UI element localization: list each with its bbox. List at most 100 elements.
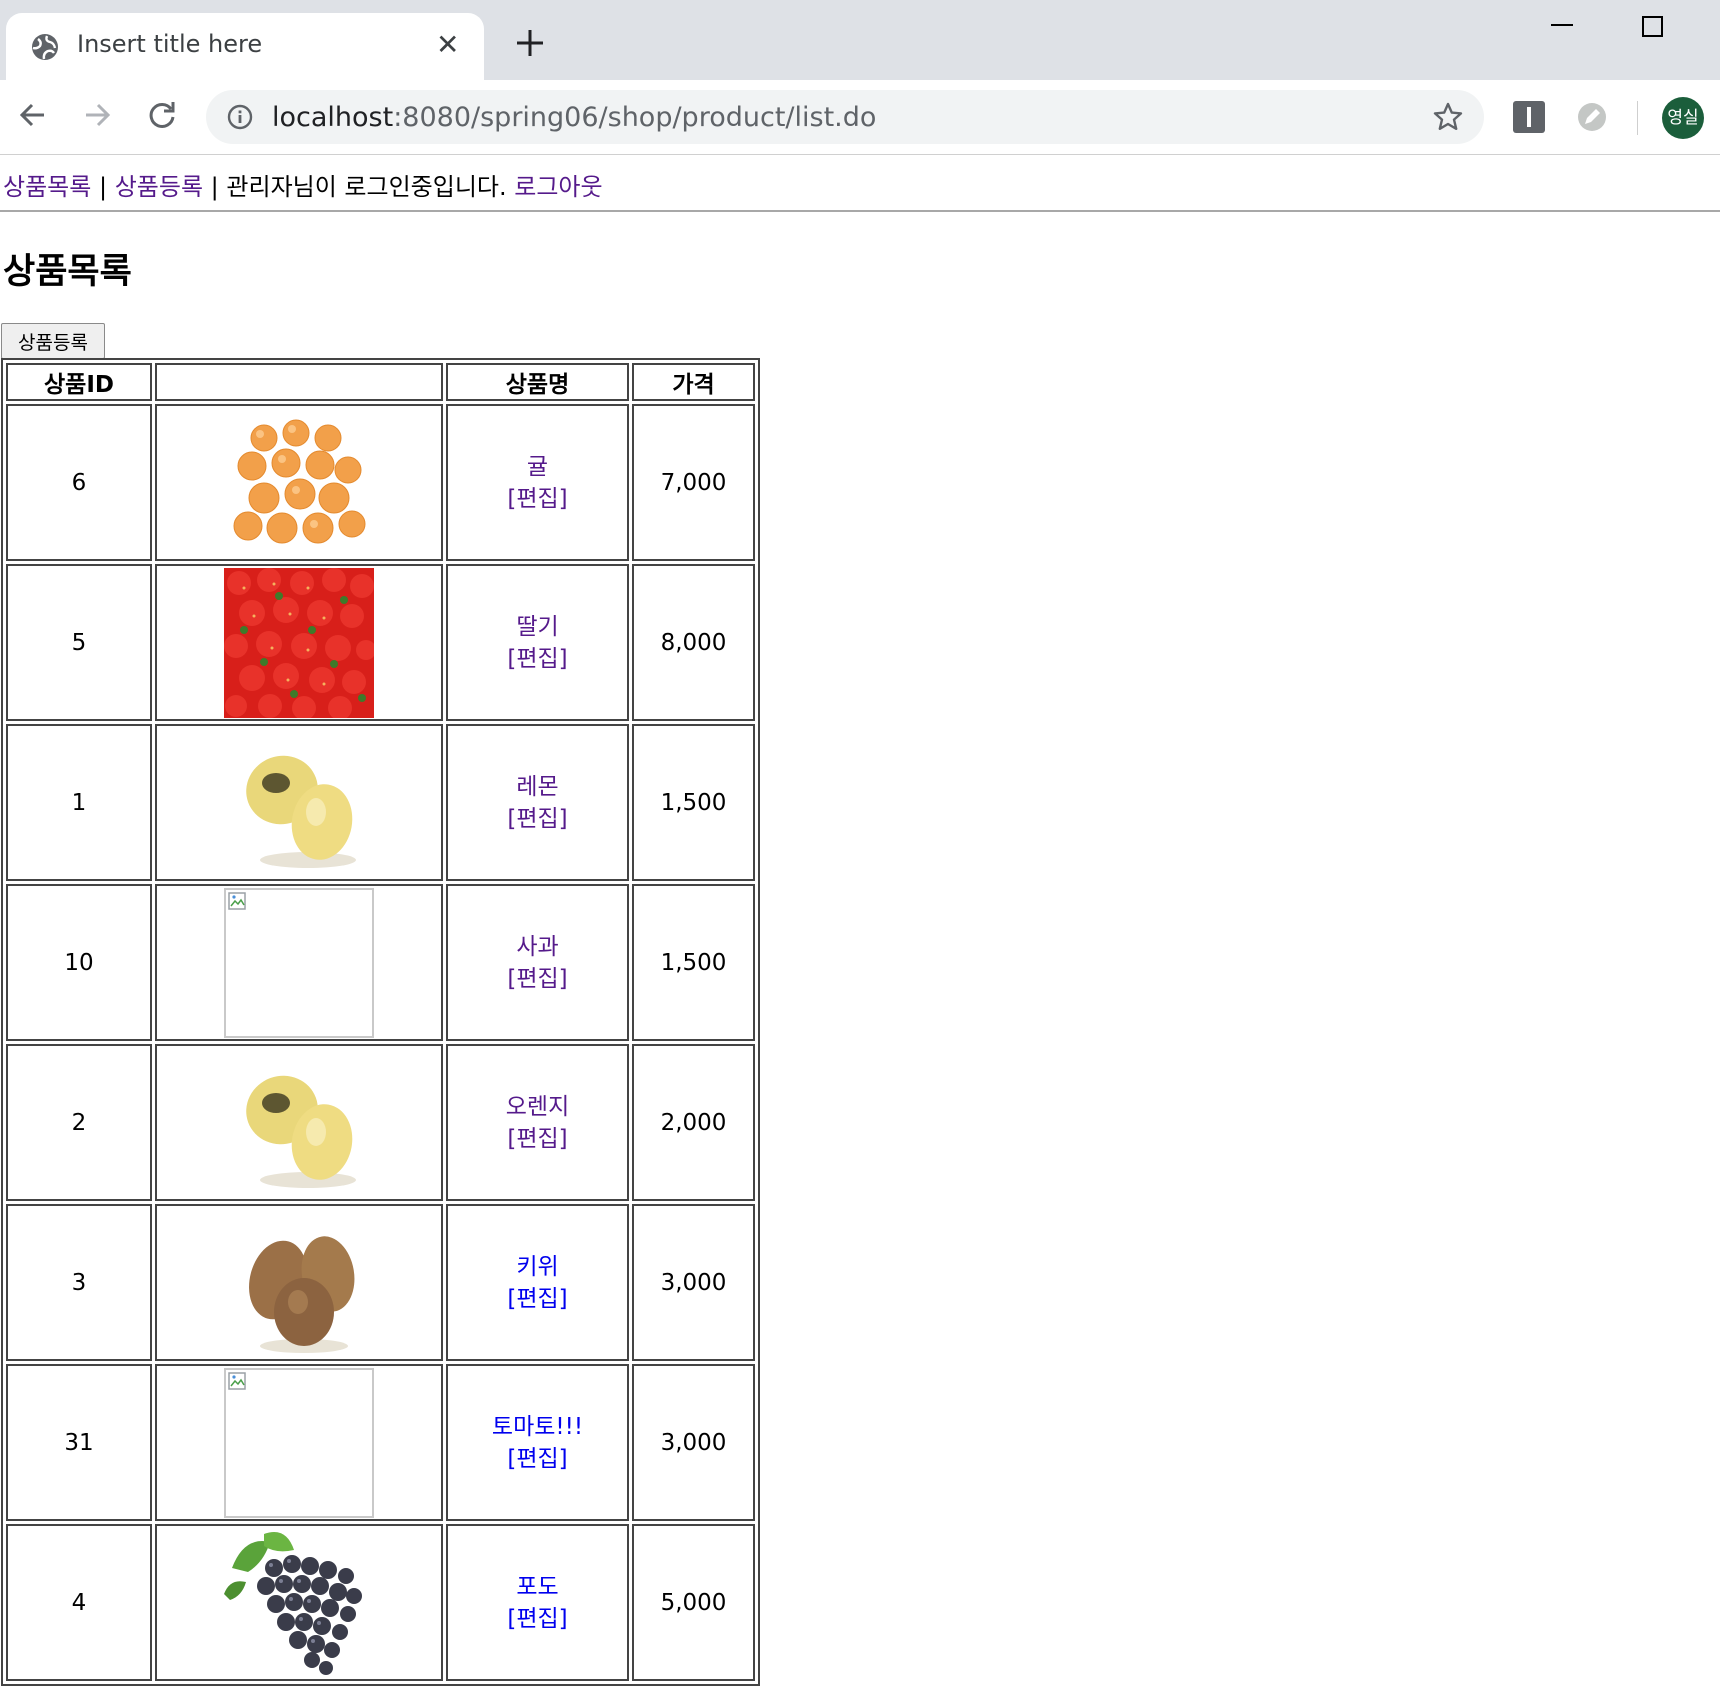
product-name-link[interactable]: 딸기 [448, 611, 627, 643]
price-cell: 8,000 [632, 564, 755, 721]
product-image-cell [155, 404, 443, 561]
product-name-link[interactable]: 레몬 [448, 771, 627, 803]
table-row: 4 포도 [편집] 5,000 [6, 1524, 755, 1681]
price-cell: 3,000 [632, 1364, 755, 1521]
price-cell: 7,000 [632, 404, 755, 561]
product-name-cell: 토마토!!! [편집] [446, 1364, 629, 1521]
product-image-cell [155, 1044, 443, 1201]
table-row: 6 귤 [편집] 7,000 [6, 404, 755, 561]
tab-strip: Insert title here ✕ [0, 0, 1720, 80]
product-name-cell: 귤 [편집] [446, 404, 629, 561]
divider [0, 210, 1720, 212]
edit-link[interactable]: [편집] [448, 1603, 627, 1635]
product-image-cell [155, 1524, 443, 1681]
table-row: 5 딸기 [편집] 8,000 [6, 564, 755, 721]
product-name-link[interactable]: 사과 [448, 931, 627, 963]
toolbar-divider [1637, 101, 1638, 135]
product-image-cell [155, 564, 443, 721]
product-id-cell: 3 [6, 1204, 152, 1361]
price-cell: 2,000 [632, 1044, 755, 1201]
table-row: 1 레몬 [편집] 1,500 [6, 724, 755, 881]
header-image [155, 363, 443, 401]
minimize-icon[interactable] [1551, 24, 1573, 26]
browser-toolbar: localhost:8080/spring06/shop/product/lis… [0, 80, 1720, 155]
product-add-link[interactable]: 상품등록 [115, 173, 203, 201]
price-cell: 5,000 [632, 1524, 755, 1681]
close-icon[interactable]: ✕ [436, 30, 459, 60]
broken-image-icon [228, 891, 246, 910]
new-tab-plus-icon[interactable] [513, 26, 547, 60]
reload-icon[interactable] [142, 95, 182, 135]
product-name-link[interactable]: 토마토!!! [448, 1411, 627, 1443]
product-id-cell: 6 [6, 404, 152, 561]
browser-tab[interactable]: Insert title here ✕ [6, 13, 484, 80]
menu-separator: | [210, 173, 219, 201]
grapes-image [224, 1527, 374, 1678]
maximize-icon[interactable] [1642, 16, 1663, 37]
edit-link[interactable]: [편집] [448, 643, 627, 675]
price-cell: 1,500 [632, 884, 755, 1041]
product-id-cell: 10 [6, 884, 152, 1041]
table-row: 10 사과 [편집] 1,500 [6, 884, 755, 1041]
product-name-link[interactable]: 오렌지 [448, 1091, 627, 1123]
product-id-cell: 1 [6, 724, 152, 881]
info-icon[interactable] [226, 103, 254, 131]
product-name-cell: 포도 [편집] [446, 1524, 629, 1681]
product-name-link[interactable]: 귤 [448, 451, 627, 483]
back-arrow-icon[interactable] [13, 95, 53, 135]
edit-link[interactable]: [편집] [448, 1283, 627, 1315]
broken-image-icon [228, 1371, 246, 1390]
product-id-cell: 5 [6, 564, 152, 721]
lemons-image [224, 727, 374, 878]
strawberries-image [224, 567, 374, 718]
edit-link[interactable]: [편집] [448, 483, 627, 515]
product-name-cell: 레몬 [편집] [446, 724, 629, 881]
table-row: 31 토마토!!! [편집] 3,000 [6, 1364, 755, 1521]
price-cell: 1,500 [632, 724, 755, 881]
edit-link[interactable]: [편집] [448, 1443, 627, 1475]
header-price: 가격 [632, 363, 755, 401]
edit-link[interactable]: [편집] [448, 1123, 627, 1155]
table-header-row: 상품ID 상품명 가격 [6, 363, 755, 401]
forward-arrow-icon[interactable] [77, 95, 117, 135]
price-cell: 3,000 [632, 1204, 755, 1361]
product-list-link[interactable]: 상품목록 [3, 173, 91, 201]
kiwis-image [224, 1207, 374, 1358]
menu-separator: | [98, 173, 108, 201]
login-status-text: 관리자님이 로그인중입니다. [226, 173, 507, 201]
product-name-link[interactable]: 포도 [448, 1571, 627, 1603]
extension-edit-icon[interactable] [1576, 101, 1608, 133]
product-name-link[interactable]: 키위 [448, 1251, 627, 1283]
top-menu: 상품목록 | 상품등록 | 관리자님이 로그인중입니다. 로그아웃 [3, 167, 603, 202]
edit-link[interactable]: [편집] [448, 963, 627, 995]
broken-image [224, 887, 374, 1038]
product-name-cell: 딸기 [편집] [446, 564, 629, 721]
product-table: 상품ID 상품명 가격 6 귤 [편집] 7,000 5 딸기 [편집] 8,0… [1, 358, 760, 1686]
lemons-image [224, 1047, 374, 1198]
product-name-cell: 오렌지 [편집] [446, 1044, 629, 1201]
product-image-cell [155, 1204, 443, 1361]
product-id-cell: 31 [6, 1364, 152, 1521]
table-row: 3 키위 [편집] 3,000 [6, 1204, 755, 1361]
edit-link[interactable]: [편집] [448, 803, 627, 835]
product-image-cell [155, 1364, 443, 1521]
product-id-cell: 2 [6, 1044, 152, 1201]
url-text: localhost:8080/spring06/shop/product/lis… [272, 102, 877, 133]
globe-icon [32, 34, 58, 60]
profile-avatar[interactable]: 영실 [1662, 97, 1704, 139]
table-row: 2 오렌지 [편집] 2,000 [6, 1044, 755, 1201]
header-product-name: 상품명 [446, 363, 629, 401]
bookmark-star-icon[interactable] [1432, 101, 1464, 133]
logout-link[interactable]: 로그아웃 [514, 173, 602, 201]
address-bar[interactable]: localhost:8080/spring06/shop/product/lis… [206, 90, 1484, 144]
product-name-cell: 사과 [편집] [446, 884, 629, 1041]
page-title: 상품목록 [3, 252, 132, 292]
tangerines-image [224, 407, 374, 558]
broken-image [224, 1367, 374, 1518]
header-product-id: 상품ID [6, 363, 152, 401]
product-image-cell [155, 884, 443, 1041]
add-product-button[interactable]: 상품등록 [1, 323, 105, 359]
product-id-cell: 4 [6, 1524, 152, 1681]
product-image-cell [155, 724, 443, 881]
extension-icon[interactable] [1513, 101, 1545, 133]
